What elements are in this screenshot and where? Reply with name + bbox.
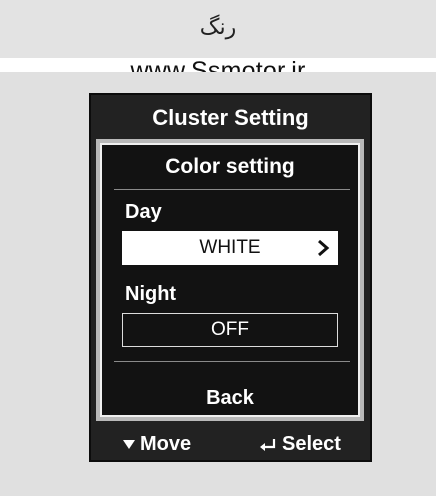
- cluster-display: Cluster Setting Color setting Day WHITE …: [89, 93, 372, 462]
- day-color-option[interactable]: WHITE: [122, 231, 338, 265]
- triangle-down-icon: [123, 440, 135, 449]
- enter-return-icon: [260, 438, 276, 451]
- cluster-setting-title: Cluster Setting: [152, 105, 309, 130]
- select-label: Select: [282, 433, 341, 455]
- top-header-bar: رنگ: [0, 0, 436, 58]
- divider: [114, 189, 350, 190]
- color-setting-title: Color setting: [165, 155, 295, 178]
- header-title: رنگ: [199, 14, 237, 39]
- move-hint: Move: [123, 433, 191, 456]
- screen-frame: Color setting Day WHITE Night OFF Back: [96, 139, 364, 421]
- select-hint: Select: [259, 433, 341, 456]
- night-color-option[interactable]: OFF: [122, 313, 338, 347]
- move-label: Move: [140, 433, 192, 455]
- night-option-value: OFF: [211, 319, 249, 340]
- chevron-right-icon: [318, 239, 330, 257]
- day-label: Day: [125, 201, 162, 223]
- night-label: Night: [125, 283, 177, 305]
- back-button[interactable]: Back: [102, 387, 358, 410]
- day-option-value: WHITE: [199, 237, 261, 258]
- color-setting-panel: Color setting Day WHITE Night OFF Back: [100, 143, 360, 417]
- divider: [114, 361, 350, 362]
